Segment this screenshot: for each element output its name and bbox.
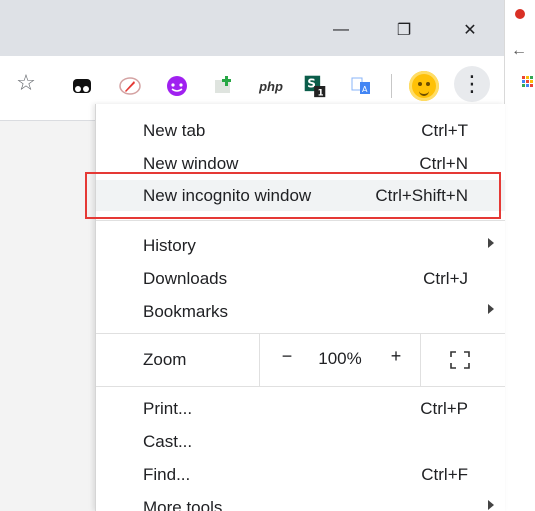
menu-item-new-tab[interactable]: New tab Ctrl+T <box>96 115 505 146</box>
red-status-dot <box>515 9 525 19</box>
menu-item-cast[interactable]: Cast... <box>96 426 505 457</box>
menu-item-shortcut: Ctrl+Shift+N <box>375 186 468 205</box>
pen-icon <box>119 77 141 95</box>
extension-button-tampermonkey[interactable] <box>70 74 94 98</box>
menu-item-shortcut: Ctrl+T <box>421 121 468 140</box>
menu-item-shortcut: Ctrl+N <box>419 154 468 173</box>
menu-item-label: New window <box>143 154 239 173</box>
php-label: php <box>259 78 283 94</box>
zoom-controls: − 100% + <box>259 334 421 386</box>
menu-item-more-tools[interactable]: More tools <box>96 492 505 511</box>
menu-item-label: Print... <box>143 399 193 418</box>
menu-item-shortcut: Ctrl+J <box>423 269 468 288</box>
close-button[interactable]: ✕ <box>452 12 488 48</box>
extension-button-s1[interactable]: S 1 <box>303 74 327 98</box>
menu-item-label: More tools <box>143 498 223 511</box>
menu-item-downloads[interactable]: Downloads Ctrl+J <box>96 263 505 294</box>
close-icon: ✕ <box>463 22 477 39</box>
zoom-level-value: 100% <box>318 349 362 368</box>
zoom-out-button[interactable]: − <box>276 346 298 370</box>
menu-item-shortcut: Ctrl+P <box>420 399 468 418</box>
menu-item-label: Bookmarks <box>143 302 229 321</box>
menu-item-label: History <box>143 236 196 255</box>
extension-button-pen[interactable] <box>118 74 142 98</box>
minimize-icon: — <box>333 21 349 38</box>
add-page-icon <box>215 76 231 93</box>
extension-button-php[interactable]: php <box>255 74 287 98</box>
profile-avatar-button[interactable] <box>409 71 439 101</box>
s1-extension-icon: S 1 <box>304 75 326 98</box>
menu-item-print[interactable]: Print... Ctrl+P <box>96 393 505 424</box>
translate-icon: A <box>351 77 370 94</box>
extension-button-translate[interactable]: A <box>349 74 373 98</box>
browser-menu-button[interactable]: ⋮ <box>454 66 490 102</box>
zoom-in-button[interactable]: + <box>385 346 407 370</box>
smiley-face-icon <box>419 89 429 96</box>
menu-item-label: Find... <box>143 465 191 484</box>
svg-text:A: A <box>362 85 368 94</box>
extension-button-add-page[interactable] <box>212 74 236 98</box>
minimize-button[interactable]: — <box>323 12 359 48</box>
menu-item-new-window[interactable]: New window Ctrl+N <box>96 148 505 179</box>
star-icon: ☆ <box>16 70 36 95</box>
kebab-menu-icon: ⋮ <box>461 71 483 96</box>
chrome-main-menu: New tab Ctrl+T New window Ctrl+N New inc… <box>95 104 505 511</box>
browser-title-bar: — ❐ ✕ <box>0 0 504 56</box>
submenu-chevron-right-icon <box>488 304 494 314</box>
menu-item-label: Cast... <box>143 432 193 451</box>
menu-item-bookmarks[interactable]: Bookmarks <box>96 296 505 327</box>
browser-screenshot: — ❐ ✕ ☆ php S 1 A ⋮ ← New tab Ctrl+T New… <box>0 0 535 511</box>
menu-item-label: Downloads <box>143 269 228 288</box>
zoom-label: Zoom <box>143 350 187 369</box>
back-arrow-icon[interactable]: ← <box>511 42 527 60</box>
restore-button[interactable]: ❐ <box>386 12 422 48</box>
submenu-chevron-right-icon <box>488 500 494 510</box>
menu-item-label: New incognito window <box>143 186 312 205</box>
extension-button-purple[interactable] <box>165 74 189 98</box>
menu-separator <box>96 220 505 221</box>
tampermonkey-icon <box>73 79 91 93</box>
menu-item-find[interactable]: Find... Ctrl+F <box>96 459 505 490</box>
fullscreen-icon[interactable] <box>449 350 471 370</box>
menu-item-shortcut: Ctrl+F <box>421 465 468 484</box>
restore-icon: ❐ <box>396 22 412 39</box>
zoom-row: Zoom − 100% + <box>96 333 505 387</box>
svg-text:1: 1 <box>318 88 324 98</box>
toolbar-divider <box>391 74 392 98</box>
menu-item-label: New tab <box>143 121 206 140</box>
purple-extension-icon <box>167 76 187 96</box>
apps-grid-icon[interactable] <box>522 76 534 88</box>
submenu-chevron-right-icon <box>488 238 494 248</box>
menu-item-new-incognito-window[interactable]: New incognito window Ctrl+Shift+N <box>96 180 505 211</box>
menu-item-history[interactable]: History <box>96 230 505 261</box>
bookmark-star-button[interactable]: ☆ <box>14 70 38 95</box>
